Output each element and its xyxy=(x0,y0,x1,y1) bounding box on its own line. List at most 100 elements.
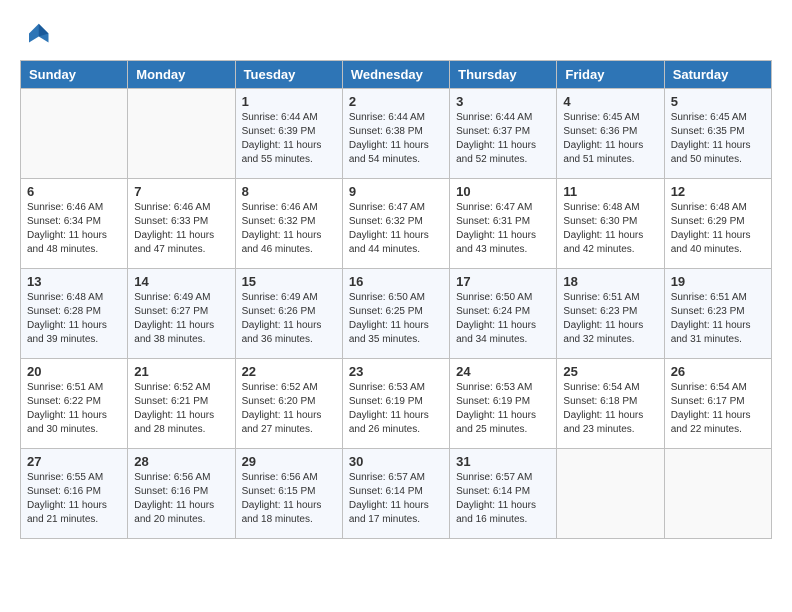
calendar-cell: 5 Sunrise: 6:45 AM Sunset: 6:35 PM Daylig… xyxy=(664,89,771,179)
day-number: 13 xyxy=(27,274,121,289)
day-info: Sunrise: 6:44 AM Sunset: 6:39 PM Dayligh… xyxy=(242,111,336,167)
day-number: 1 xyxy=(242,94,336,109)
calendar-week-row: 20 Sunrise: 6:51 AM Sunset: 6:22 PM Dayli… xyxy=(21,359,772,449)
calendar-cell: 10 Sunrise: 6:47 AM Sunset: 6:31 PM Dayli… xyxy=(450,179,557,269)
calendar-cell xyxy=(21,89,128,179)
day-number: 7 xyxy=(134,184,228,199)
calendar-header-row: SundayMondayTuesdayWednesdayThursdayFrid… xyxy=(21,61,772,89)
day-number: 16 xyxy=(349,274,443,289)
header-saturday: Saturday xyxy=(664,61,771,89)
day-number: 6 xyxy=(27,184,121,199)
header xyxy=(20,20,772,50)
calendar-cell: 8Sunrise: 6:46 AM Sunset: 6:32 PM Daylig… xyxy=(235,179,342,269)
calendar-cell: 30 Sunrise: 6:57 AM Sunset: 6:14 PM Dayli… xyxy=(342,449,449,539)
calendar-cell: 3 Sunrise: 6:44 AM Sunset: 6:37 PM Daylig… xyxy=(450,89,557,179)
calendar-cell: 23 Sunrise: 6:53 AM Sunset: 6:19 PM Dayli… xyxy=(342,359,449,449)
day-info: Sunrise: 6:53 AM Sunset: 6:19 PM Dayligh… xyxy=(349,381,443,437)
calendar-cell: 15 Sunrise: 6:49 AM Sunset: 6:26 PM Dayli… xyxy=(235,269,342,359)
day-number: 30 xyxy=(349,454,443,469)
day-number: 21 xyxy=(134,364,228,379)
calendar-table: SundayMondayTuesdayWednesdayThursdayFrid… xyxy=(20,60,772,539)
day-info: Sunrise: 6:48 AM Sunset: 6:29 PM Dayligh… xyxy=(671,201,765,257)
calendar-week-row: 27Sunrise: 6:55 AM Sunset: 6:16 PM Dayli… xyxy=(21,449,772,539)
day-info: Sunrise: 6:54 AM Sunset: 6:17 PM Dayligh… xyxy=(671,381,765,437)
day-number: 15 xyxy=(242,274,336,289)
day-number: 19 xyxy=(671,274,765,289)
day-number: 28 xyxy=(134,454,228,469)
day-info: Sunrise: 6:47 AM Sunset: 6:31 PM Dayligh… xyxy=(456,201,550,257)
header-wednesday: Wednesday xyxy=(342,61,449,89)
day-info: Sunrise: 6:51 AM Sunset: 6:22 PM Dayligh… xyxy=(27,381,121,437)
calendar-cell xyxy=(128,89,235,179)
calendar-cell: 26 Sunrise: 6:54 AM Sunset: 6:17 PM Dayli… xyxy=(664,359,771,449)
calendar-cell: 27Sunrise: 6:55 AM Sunset: 6:16 PM Dayli… xyxy=(21,449,128,539)
day-number: 23 xyxy=(349,364,443,379)
calendar-cell: 9 Sunrise: 6:47 AM Sunset: 6:32 PM Daylig… xyxy=(342,179,449,269)
day-number: 29 xyxy=(242,454,336,469)
logo xyxy=(20,20,54,50)
calendar-cell: 18Sunrise: 6:51 AM Sunset: 6:23 PM Dayli… xyxy=(557,269,664,359)
calendar-cell: 2 Sunrise: 6:44 AM Sunset: 6:38 PM Daylig… xyxy=(342,89,449,179)
day-info: Sunrise: 6:44 AM Sunset: 6:37 PM Dayligh… xyxy=(456,111,550,167)
day-number: 17 xyxy=(456,274,550,289)
day-info: Sunrise: 6:51 AM Sunset: 6:23 PM Dayligh… xyxy=(563,291,657,347)
day-info: Sunrise: 6:46 AM Sunset: 6:32 PM Dayligh… xyxy=(242,201,336,257)
logo-icon xyxy=(20,20,50,50)
day-number: 22 xyxy=(242,364,336,379)
calendar-cell: 21 Sunrise: 6:52 AM Sunset: 6:21 PM Dayli… xyxy=(128,359,235,449)
day-number: 4 xyxy=(563,94,657,109)
day-number: 2 xyxy=(349,94,443,109)
calendar-cell xyxy=(664,449,771,539)
day-info: Sunrise: 6:44 AM Sunset: 6:38 PM Dayligh… xyxy=(349,111,443,167)
day-number: 20 xyxy=(27,364,121,379)
calendar-cell: 24Sunrise: 6:53 AM Sunset: 6:19 PM Dayli… xyxy=(450,359,557,449)
day-number: 24 xyxy=(456,364,550,379)
header-monday: Monday xyxy=(128,61,235,89)
calendar-cell: 6 Sunrise: 6:46 AM Sunset: 6:34 PM Daylig… xyxy=(21,179,128,269)
calendar-week-row: 6 Sunrise: 6:46 AM Sunset: 6:34 PM Daylig… xyxy=(21,179,772,269)
calendar-cell: 4 Sunrise: 6:45 AM Sunset: 6:36 PM Daylig… xyxy=(557,89,664,179)
day-info: Sunrise: 6:47 AM Sunset: 6:32 PM Dayligh… xyxy=(349,201,443,257)
day-number: 12 xyxy=(671,184,765,199)
calendar-cell: 17Sunrise: 6:50 AM Sunset: 6:24 PM Dayli… xyxy=(450,269,557,359)
calendar-cell: 28 Sunrise: 6:56 AM Sunset: 6:16 PM Dayli… xyxy=(128,449,235,539)
header-friday: Friday xyxy=(557,61,664,89)
day-number: 26 xyxy=(671,364,765,379)
calendar-cell: 7 Sunrise: 6:46 AM Sunset: 6:33 PM Daylig… xyxy=(128,179,235,269)
day-number: 10 xyxy=(456,184,550,199)
day-info: Sunrise: 6:48 AM Sunset: 6:30 PM Dayligh… xyxy=(563,201,657,257)
day-number: 9 xyxy=(349,184,443,199)
day-number: 31 xyxy=(456,454,550,469)
day-info: Sunrise: 6:52 AM Sunset: 6:20 PM Dayligh… xyxy=(242,381,336,437)
day-number: 25 xyxy=(563,364,657,379)
day-info: Sunrise: 6:48 AM Sunset: 6:28 PM Dayligh… xyxy=(27,291,121,347)
day-number: 3 xyxy=(456,94,550,109)
calendar-cell: 16 Sunrise: 6:50 AM Sunset: 6:25 PM Dayli… xyxy=(342,269,449,359)
calendar-cell: 25 Sunrise: 6:54 AM Sunset: 6:18 PM Dayli… xyxy=(557,359,664,449)
calendar-cell: 31 Sunrise: 6:57 AM Sunset: 6:14 PM Dayli… xyxy=(450,449,557,539)
day-info: Sunrise: 6:57 AM Sunset: 6:14 PM Dayligh… xyxy=(349,471,443,527)
calendar-cell: 1 Sunrise: 6:44 AM Sunset: 6:39 PM Daylig… xyxy=(235,89,342,179)
day-info: Sunrise: 6:56 AM Sunset: 6:16 PM Dayligh… xyxy=(134,471,228,527)
day-info: Sunrise: 6:45 AM Sunset: 6:35 PM Dayligh… xyxy=(671,111,765,167)
day-info: Sunrise: 6:46 AM Sunset: 6:33 PM Dayligh… xyxy=(134,201,228,257)
calendar-cell: 13 Sunrise: 6:48 AM Sunset: 6:28 PM Dayli… xyxy=(21,269,128,359)
calendar-cell: 29Sunrise: 6:56 AM Sunset: 6:15 PM Dayli… xyxy=(235,449,342,539)
day-info: Sunrise: 6:49 AM Sunset: 6:26 PM Dayligh… xyxy=(242,291,336,347)
day-info: Sunrise: 6:46 AM Sunset: 6:34 PM Dayligh… xyxy=(27,201,121,257)
day-info: Sunrise: 6:57 AM Sunset: 6:14 PM Dayligh… xyxy=(456,471,550,527)
day-info: Sunrise: 6:52 AM Sunset: 6:21 PM Dayligh… xyxy=(134,381,228,437)
calendar-cell: 12 Sunrise: 6:48 AM Sunset: 6:29 PM Dayli… xyxy=(664,179,771,269)
day-number: 14 xyxy=(134,274,228,289)
calendar-cell: 14 Sunrise: 6:49 AM Sunset: 6:27 PM Dayli… xyxy=(128,269,235,359)
calendar-cell xyxy=(557,449,664,539)
calendar-week-row: 1 Sunrise: 6:44 AM Sunset: 6:39 PM Daylig… xyxy=(21,89,772,179)
header-sunday: Sunday xyxy=(21,61,128,89)
day-info: Sunrise: 6:49 AM Sunset: 6:27 PM Dayligh… xyxy=(134,291,228,347)
day-number: 11 xyxy=(563,184,657,199)
day-info: Sunrise: 6:54 AM Sunset: 6:18 PM Dayligh… xyxy=(563,381,657,437)
day-number: 5 xyxy=(671,94,765,109)
calendar-cell: 20 Sunrise: 6:51 AM Sunset: 6:22 PM Dayli… xyxy=(21,359,128,449)
day-info: Sunrise: 6:45 AM Sunset: 6:36 PM Dayligh… xyxy=(563,111,657,167)
day-info: Sunrise: 6:50 AM Sunset: 6:25 PM Dayligh… xyxy=(349,291,443,347)
